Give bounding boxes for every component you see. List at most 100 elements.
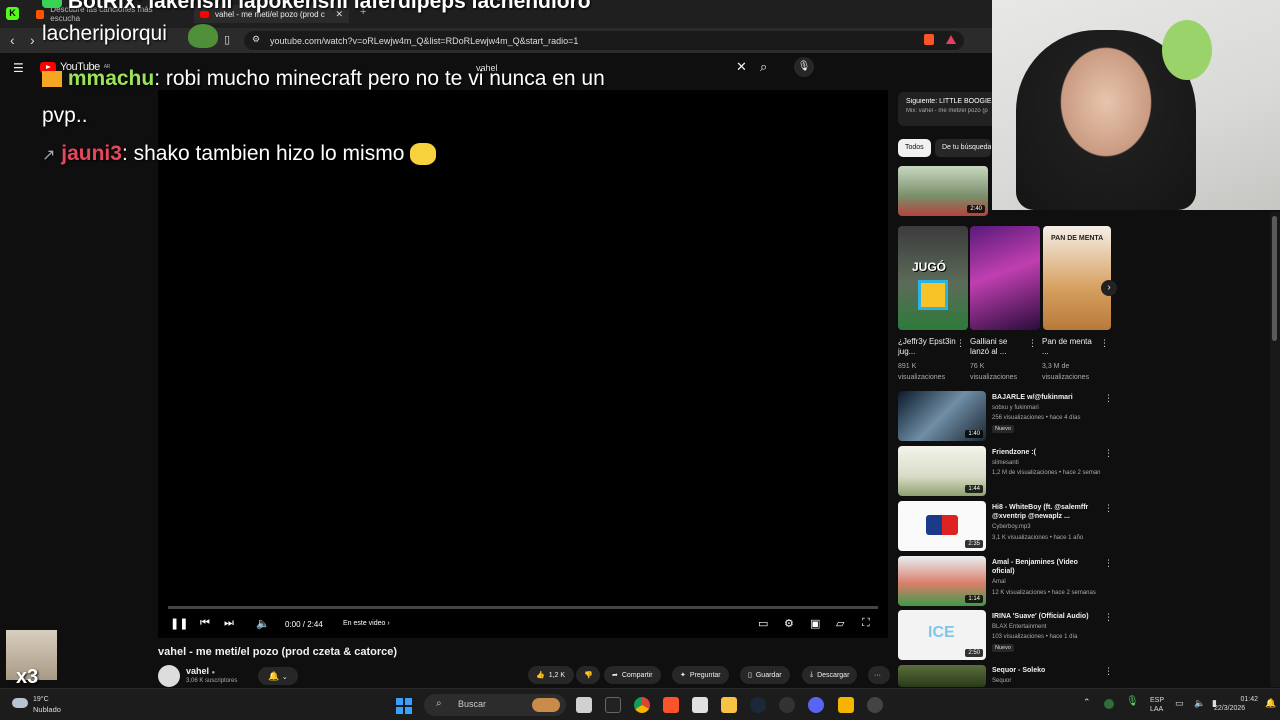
fullscreen-icon[interactable]: ⛶ [862, 617, 870, 630]
video-channel[interactable]: sobxu y fukinmari [992, 405, 1039, 411]
app-icon[interactable]: K [6, 7, 19, 20]
video-thumbnail[interactable] [898, 665, 986, 687]
search-icon[interactable]: ⌕ [760, 59, 767, 75]
video-title[interactable]: Amal - Benjamines (Video oficial) [992, 558, 1092, 576]
short-thumbnail[interactable] [970, 226, 1040, 330]
chip-all[interactable]: Todos [898, 139, 931, 157]
video-channel[interactable]: Cyberboy.mp3 [992, 524, 1031, 530]
cast-icon[interactable]: ▱ [836, 617, 844, 630]
taskbar-search[interactable]: ⌕ Buscar [424, 694, 566, 716]
discord-icon[interactable] [808, 697, 824, 713]
more-icon[interactable]: ⋮ [956, 338, 965, 349]
chrome-icon[interactable] [634, 697, 650, 713]
clear-search-icon[interactable]: ✕ [736, 59, 747, 75]
menu-icon[interactable]: ☰ [13, 61, 24, 75]
github-icon[interactable] [779, 697, 795, 713]
share-button[interactable]: ➦ Compartir [604, 666, 661, 684]
more-icon[interactable]: ⋮ [1100, 338, 1109, 349]
shorts-next-icon[interactable]: › [1101, 280, 1117, 296]
video-player[interactable]: ❚❚ ⏮ ⏭ 🔈 0:00 / 2:44 En este video › ▭ ⚙… [158, 90, 888, 638]
progress-bar[interactable] [168, 606, 878, 609]
video-thumbnail[interactable]: 1:14 [898, 556, 986, 606]
tray-icon[interactable] [1104, 699, 1114, 709]
weather-desc[interactable]: Nublado [33, 705, 61, 714]
scrollbar[interactable] [1270, 212, 1280, 687]
video-title[interactable]: Friendzone :( [992, 448, 1092, 457]
mic-icon[interactable]: 🎙 [794, 57, 814, 77]
video-title[interactable]: Sequor - Soleko [992, 666, 1092, 675]
pause-icon[interactable]: ❚❚ [170, 617, 188, 630]
bookmark-icon[interactable]: ▯ [224, 33, 230, 46]
miniplayer-icon[interactable]: ▣ [810, 617, 820, 630]
notification-icon[interactable]: 🔔 [1265, 698, 1276, 709]
video-thumbnail[interactable]: ICE 2:50 [898, 610, 986, 660]
subscribe-bell-button[interactable]: 🔔 ⌄ [258, 667, 298, 685]
chevron-up-icon[interactable]: ⌃ [1083, 697, 1091, 708]
more-actions-button[interactable]: ··· [868, 666, 890, 684]
video-channel[interactable]: Amal [992, 579, 1006, 585]
like-button[interactable]: 👍 1,2 K [528, 666, 574, 684]
short-thumb-text: JUGÓ [912, 260, 947, 274]
url-bar[interactable]: ⚙ youtube.com/watch?v=oRLewjw4m_Q&list=R… [244, 31, 964, 50]
epic-games-icon[interactable] [605, 697, 621, 713]
subtitles-icon[interactable]: ▭ [758, 617, 768, 630]
x3-badge: x3 [16, 666, 39, 688]
file-explorer-icon[interactable] [721, 697, 737, 713]
video-channel[interactable]: slimesanti [992, 460, 1019, 466]
network-icon[interactable]: ▭ [1175, 698, 1184, 709]
more-icon[interactable]: ⋮ [1104, 393, 1113, 404]
ask-button[interactable]: ✦ Preguntar [672, 666, 729, 684]
video-thumbnail[interactable]: 1:40 [898, 391, 986, 441]
more-icon[interactable]: ⋮ [1104, 612, 1113, 623]
save-button[interactable]: ▯ Guardar [740, 666, 790, 684]
short-thumbnail[interactable]: PAN DE MENTA [1043, 226, 1111, 330]
short-title[interactable]: ¿Jeffr3y Epst3in jug... [898, 337, 956, 357]
volume-icon[interactable]: 🔈 [256, 617, 270, 630]
video-title[interactable]: BAJARLE w/@fukinmari [992, 393, 1092, 402]
date[interactable]: 22/3/2026 [1214, 705, 1245, 712]
store-icon[interactable] [692, 697, 708, 713]
channel-name[interactable]: vahel ● [186, 666, 215, 676]
brave-icon[interactable] [663, 697, 679, 713]
more-icon[interactable]: ⋮ [1028, 338, 1037, 349]
video-channel[interactable]: BLAX Entertainment [992, 624, 1046, 630]
short-title[interactable]: Galliani se lanzó al ... [970, 337, 1028, 357]
settings-icon[interactable]: ⚙ [784, 617, 794, 630]
dislike-button[interactable]: 👎 [576, 666, 600, 684]
language-label[interactable]: ESP [1150, 697, 1164, 704]
brave-rewards-icon[interactable] [946, 35, 956, 44]
more-icon[interactable]: ⋮ [1104, 558, 1113, 569]
mic-tray-icon[interactable]: 🎙 [1126, 696, 1139, 707]
short-thumbnail[interactable]: JUGÓ [898, 226, 968, 330]
video-title[interactable]: IRINA 'Suave' (Official Audio) [992, 612, 1092, 621]
previous-icon[interactable]: ⏮ [200, 617, 210, 630]
keyboard-layout-label[interactable]: LAA [1150, 706, 1163, 713]
video-thumbnail[interactable]: 1:44 [898, 446, 986, 496]
video-thumbnail[interactable]: 2:40 [898, 166, 988, 216]
steam-icon[interactable] [750, 697, 766, 713]
short-title[interactable]: Pan de menta ... [1042, 337, 1100, 357]
back-icon[interactable]: ‹ [10, 32, 15, 48]
more-icon[interactable]: ⋮ [1104, 448, 1113, 459]
clock[interactable]: 01:42 [1228, 696, 1258, 703]
more-icon[interactable]: ⋮ [1104, 666, 1113, 677]
scrollbar-thumb[interactable] [1272, 216, 1277, 341]
video-thumbnail[interactable]: 2:35 [898, 501, 986, 551]
download-button[interactable]: ⤓ Descargar [802, 666, 858, 684]
video-title[interactable]: Hi8 - WhiteBoy (ft. @salemffr @xventrip … [992, 503, 1092, 521]
brave-shield-icon[interactable] [924, 34, 934, 45]
app-icon[interactable] [838, 697, 854, 713]
site-info-icon[interactable]: ⚙ [252, 34, 260, 45]
chapter-button[interactable]: En este video › [343, 620, 390, 627]
video-channel[interactable]: Sequor [992, 678, 1011, 684]
forward-icon[interactable]: › [30, 32, 35, 48]
weather-temp[interactable]: 19°C [33, 696, 49, 703]
avatar[interactable] [158, 665, 180, 687]
media-player-icon[interactable] [867, 697, 883, 713]
windows-start-icon[interactable] [396, 698, 412, 714]
task-view-icon[interactable] [576, 697, 592, 713]
speaker-icon[interactable]: 🔈 [1194, 698, 1205, 709]
chip-from-search[interactable]: De tu búsqueda [935, 139, 991, 157]
more-icon[interactable]: ⋮ [1104, 503, 1113, 514]
next-icon[interactable]: ⏭ [224, 617, 234, 630]
